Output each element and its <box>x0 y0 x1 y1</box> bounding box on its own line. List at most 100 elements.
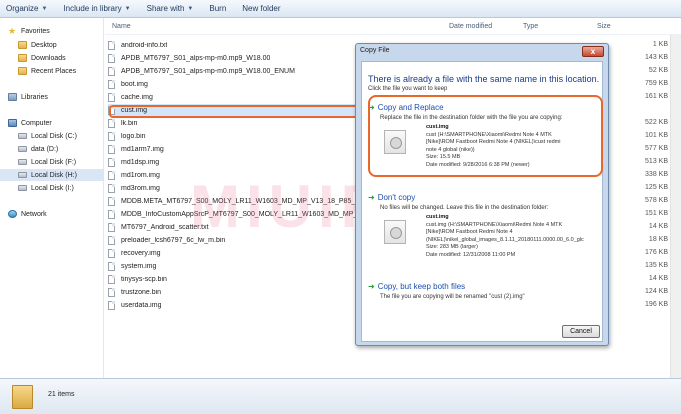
dont-copy-option[interactable]: ➜ Don't copy <box>368 193 415 202</box>
file-size: 176 KB <box>645 249 668 256</box>
folder-icon <box>18 67 27 75</box>
file-name: android-info.txt <box>121 41 168 49</box>
dont-copy-desc: No files will be changed. Leave this fil… <box>380 205 549 211</box>
column-name[interactable]: Name <box>112 23 131 30</box>
share-with-button[interactable]: Share with ▼ <box>147 4 194 13</box>
file-row[interactable]: md1rom.img <box>108 169 363 181</box>
file-row[interactable]: android-info.txt <box>108 39 363 51</box>
file-name: system.img <box>121 262 157 270</box>
item-count: 21 items <box>48 391 75 398</box>
command-toolbar: Organize ▼ Include in library ▼ Share with… <box>0 0 681 18</box>
file-size: 52 KB <box>648 67 668 74</box>
file-size: 578 KB <box>645 197 668 204</box>
file-size: 577 KB <box>645 145 668 152</box>
nav-item-data-d[interactable]: data (D:) <box>18 143 122 155</box>
file-name: logo.bin <box>121 132 146 140</box>
file-row[interactable]: cache.img <box>108 91 363 103</box>
dialog-subheading: Click the file you want to keep <box>368 86 448 92</box>
file-row[interactable]: MT6797_Android_scatter.txt <box>108 221 363 233</box>
file-icon <box>108 248 115 258</box>
file-icon <box>108 144 115 154</box>
file-row[interactable]: md3rom.img <box>108 182 363 194</box>
file-icon <box>108 170 115 180</box>
file-row[interactable]: APDB_MT6797_S01_alps-mp-m0.mp9_W18.00 <box>108 52 363 64</box>
column-date-modified[interactable]: Date modified <box>449 23 492 30</box>
file-icon <box>108 274 115 284</box>
nav-item-computer[interactable]: Computer <box>8 117 112 129</box>
file-name: preloader_lcsh6797_6c_lw_m.bin <box>121 236 226 244</box>
nav-item-recent-places[interactable]: Recent Places <box>18 65 122 77</box>
nav-item-downloads[interactable]: Downloads <box>18 52 122 64</box>
file-name: APDB_MT6797_S01_alps-mp-m0.mp9_W18.00 <box>121 54 271 62</box>
folder-icon <box>18 41 27 49</box>
file-name: APDB_MT6797_S01_alps-mp-m0.mp9_W18.00_EN… <box>121 67 295 75</box>
cancel-button[interactable]: Cancel <box>562 325 600 338</box>
file-icon <box>108 66 115 76</box>
nav-item-local-disk-h[interactable]: Local Disk (H:) <box>0 169 104 181</box>
burn-button[interactable]: Burn <box>209 4 226 13</box>
include-in-library-button[interactable]: Include in library ▼ <box>63 4 130 13</box>
file-size: 135 KB <box>645 262 668 269</box>
drive-icon <box>18 146 27 152</box>
column-size[interactable]: Size <box>597 23 611 30</box>
file-size: 161 KB <box>645 93 668 100</box>
file-icon <box>108 118 115 128</box>
file-size: 124 KB <box>645 288 668 295</box>
nav-item-favorites[interactable]: ★ Favorites <box>8 25 112 37</box>
vertical-scrollbar[interactable] <box>670 35 681 378</box>
file-size: 18 KB <box>648 236 668 243</box>
dont-copy-file-info: cust.img cust.img (H:\SMARTPHONE\Xiaomi\… <box>426 214 584 258</box>
column-type[interactable]: Type <box>523 23 538 30</box>
file-row[interactable]: logo.bin <box>108 130 363 142</box>
arrow-right-icon: ➜ <box>368 193 375 202</box>
file-name: lk.bin <box>121 119 138 127</box>
file-row[interactable]: preloader_lcsh6797_6c_lw_m.bin <box>108 234 363 246</box>
star-icon: ★ <box>8 26 17 36</box>
file-name: userdata.img <box>121 301 162 309</box>
file-row[interactable]: md1dsp.img <box>108 156 363 168</box>
nav-item-libraries[interactable]: Libraries <box>8 91 112 103</box>
file-icon <box>108 79 115 89</box>
file-icon <box>108 209 115 219</box>
nav-item-local-disk-c[interactable]: Local Disk (C:) <box>18 130 122 142</box>
file-row[interactable]: MDDB_InfoCustomAppSrcP_MT6797_S00_MOLY_L… <box>108 208 363 220</box>
file-size: 151 KB <box>645 210 668 217</box>
file-icon <box>108 40 115 50</box>
file-row[interactable]: MDDB.META_MT6797_S00_MOLY_LR11_W1603_MD_… <box>108 195 363 207</box>
file-row[interactable]: trustzone.bin <box>108 286 363 298</box>
file-icon <box>108 287 115 297</box>
file-size: 14 KB <box>648 223 668 230</box>
new-folder-button[interactable]: New folder <box>242 4 280 13</box>
file-name: md3rom.img <box>121 184 160 192</box>
copy-keep-both-option[interactable]: ➜ Copy, but keep both files <box>368 282 465 291</box>
file-row[interactable]: userdata.img <box>108 299 363 311</box>
file-row[interactable]: md1arm7.img <box>108 143 363 155</box>
file-name: trustzone.bin <box>121 288 162 296</box>
nav-item-local-disk-f[interactable]: Local Disk (F:) <box>18 156 122 168</box>
file-name: md1arm7.img <box>121 145 164 153</box>
file-row[interactable]: tinysys-scp.bin <box>108 273 363 285</box>
close-button[interactable]: x <box>582 46 604 57</box>
file-size: 125 KB <box>645 184 668 191</box>
file-icon <box>108 196 115 206</box>
file-row[interactable]: lk.bin <box>108 117 363 129</box>
organize-button[interactable]: Organize ▼ <box>6 4 47 13</box>
file-row[interactable]: boot.img <box>108 78 363 90</box>
file-name: tinysys-scp.bin <box>121 275 167 283</box>
nav-item-network[interactable]: Network <box>8 208 112 220</box>
file-size: 196 KB <box>645 301 668 308</box>
file-row[interactable]: recovery.img <box>108 247 363 259</box>
folder-icon <box>18 54 27 62</box>
file-size: 1 KB <box>652 41 668 48</box>
file-row[interactable]: system.img <box>108 260 363 272</box>
nav-item-desktop[interactable]: Desktop <box>18 39 122 51</box>
chevron-down-icon: ▼ <box>124 5 131 12</box>
chevron-down-icon: ▼ <box>41 5 48 12</box>
file-name: md1rom.img <box>121 171 160 179</box>
drive-icon <box>18 159 27 165</box>
nav-item-local-disk-i[interactable]: Local Disk (I:) <box>18 182 122 194</box>
file-name: recovery.img <box>121 249 161 257</box>
drive-icon <box>18 172 27 178</box>
file-row[interactable]: APDB_MT6797_S01_alps-mp-m0.mp9_W18.00_EN… <box>108 65 363 77</box>
file-size: 513 KB <box>645 158 668 165</box>
